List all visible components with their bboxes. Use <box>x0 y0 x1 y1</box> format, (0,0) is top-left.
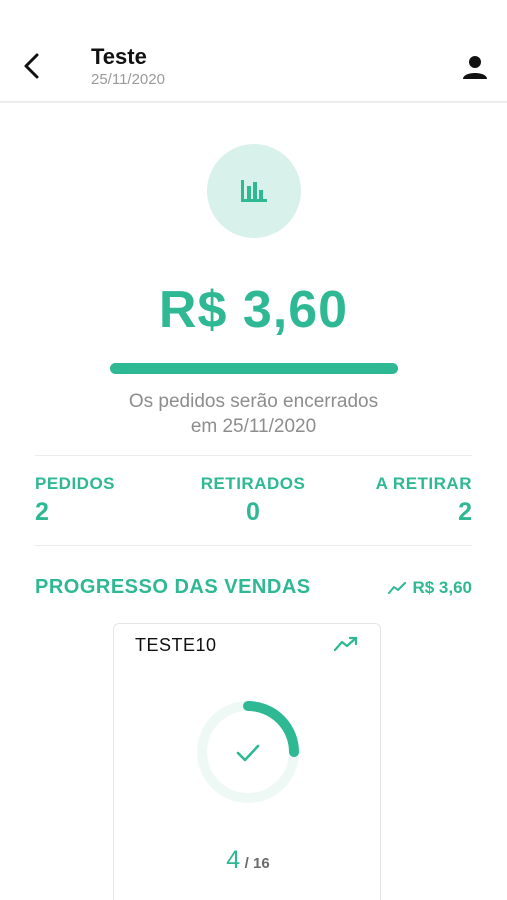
product-card[interactable]: TESTE10 4 / 16 <box>113 623 381 900</box>
divider <box>35 545 472 546</box>
sales-progress-fill <box>110 363 398 374</box>
stat-pedidos: PEDIDOS 2 <box>35 474 115 527</box>
page-date: 25/11/2020 <box>91 71 165 88</box>
product-sold: 4 <box>226 846 241 874</box>
stat-label: PEDIDOS <box>35 474 116 493</box>
section-total-value: R$ 3,60 <box>412 578 472 597</box>
stat-label: A RETIRAR <box>375 474 472 493</box>
closing-notice: Os pedidos serão encerrados em 25/11/202… <box>0 389 507 439</box>
stat-label: RETIRADOS <box>200 474 306 493</box>
trending-up-icon <box>334 636 358 652</box>
product-name: TESTE10 <box>135 635 217 655</box>
section-title: PROGRESSO DAS VENDAS <box>35 576 311 598</box>
stat-value: 2 <box>458 498 472 526</box>
closing-notice-line2: em 25/11/2020 <box>190 416 317 437</box>
user-button[interactable] <box>460 52 490 82</box>
stat-value: 2 <box>35 498 49 526</box>
sales-progress-bar <box>110 363 398 374</box>
product-total: / 16 <box>244 855 270 872</box>
divider <box>35 455 472 456</box>
stat-value: 0 <box>246 498 260 526</box>
sales-ring <box>197 701 299 803</box>
chevron-left-icon <box>24 53 39 79</box>
product-count: 4 / 16 <box>114 846 382 875</box>
stat-retirados: RETIRADOS 0 <box>183 474 323 527</box>
check-icon <box>236 744 260 762</box>
user-icon <box>463 56 487 79</box>
page-title: Teste <box>91 44 147 69</box>
closing-notice-line1: Os pedidos serão encerrados <box>128 391 379 412</box>
summary-icon-circle <box>207 144 301 238</box>
total-amount: R$ 3,60 <box>158 281 349 339</box>
back-button[interactable] <box>18 48 46 84</box>
section-total: R$ 3,60 <box>388 578 472 598</box>
stat-a-retirar: A RETIRAR 2 <box>376 474 472 527</box>
bar-chart-icon <box>241 180 267 202</box>
app-header: Teste 25/11/2020 <box>0 0 507 103</box>
trending-up-icon <box>388 582 407 594</box>
